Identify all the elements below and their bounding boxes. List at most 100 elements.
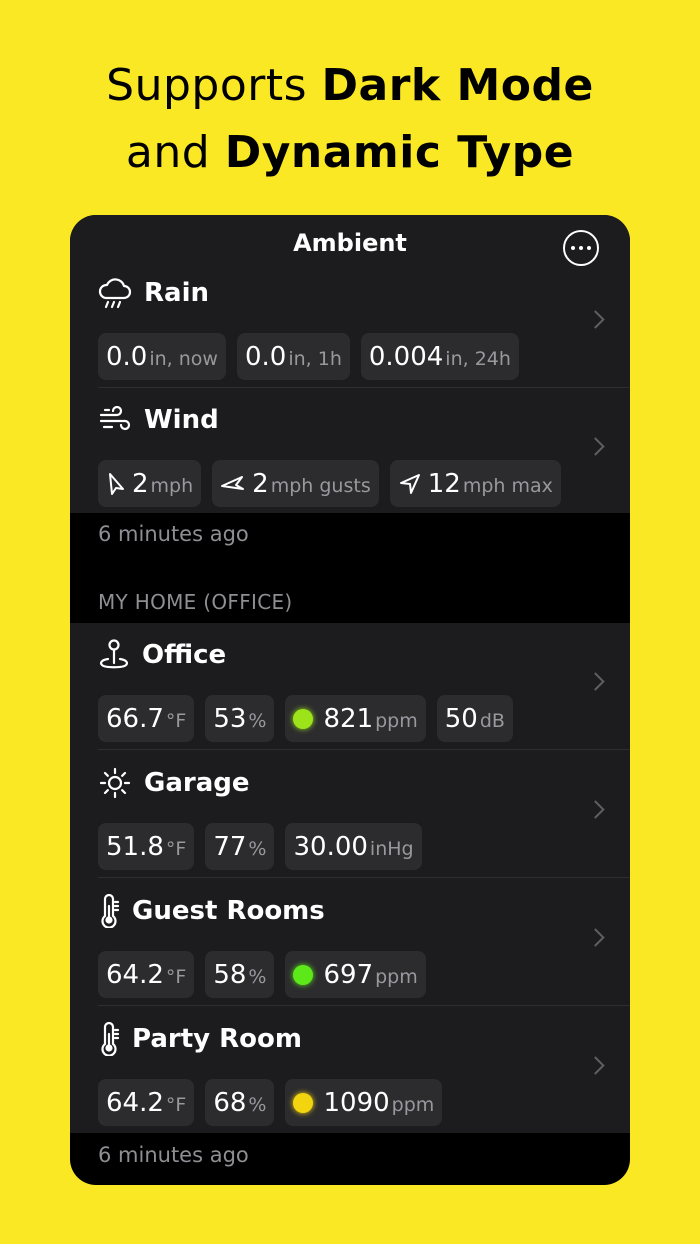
chip-value: 12 xyxy=(427,468,461,499)
chip-unit: in, 1h xyxy=(288,347,342,370)
promo-line-2: and Dynamic Type xyxy=(0,119,700,186)
air-quality-indicator xyxy=(293,1092,314,1113)
chip-rain-24h: 0.004 in, 24h xyxy=(360,333,519,380)
list-item-guest-rooms[interactable]: Guest Rooms 64.2 °F 58% 697 ppm xyxy=(70,879,630,1006)
row-title: Rain xyxy=(98,276,209,310)
reading-chips: 64.2 °F 68% 1090 ppm xyxy=(98,1079,443,1126)
wind-icon xyxy=(98,406,132,434)
navigation-bar: Ambient xyxy=(70,215,630,277)
chip-unit: °F xyxy=(165,837,187,860)
chevron-right-icon xyxy=(586,310,605,329)
air-quality-indicator xyxy=(293,964,314,985)
chevron-right-icon xyxy=(586,928,605,947)
weather-card: Rain 0.0 in, now 0.0 in, 1h 0.004 in, 24h xyxy=(70,277,630,513)
chip-humidity: 77% xyxy=(205,823,275,870)
chip-humidity: 68% xyxy=(205,1079,275,1126)
promo-line-1-bold: Dark Mode xyxy=(321,60,594,111)
divider xyxy=(98,1005,630,1006)
ellipsis-circle-icon[interactable] xyxy=(563,230,599,266)
chip-humidity: 58% xyxy=(205,951,275,998)
air-quality-indicator xyxy=(293,708,314,729)
divider xyxy=(98,877,630,878)
chip-unit: ppm xyxy=(375,709,418,732)
promo-line-2-plain: and xyxy=(125,127,225,178)
chip-co2: 1090 ppm xyxy=(285,1079,443,1126)
list-item-rain[interactable]: Rain 0.0 in, now 0.0 in, 1h 0.004 in, 24h xyxy=(70,261,630,388)
row-title-label: Garage xyxy=(144,768,250,798)
chip-unit: °F xyxy=(165,965,187,988)
sun-icon xyxy=(98,766,132,800)
reading-chips: 51.8 °F 77% 30.00 inHg xyxy=(98,823,422,870)
chip-value: 821 xyxy=(323,703,374,734)
chip-value: 697 xyxy=(323,959,374,990)
list-item-garage[interactable]: Garage 51.8 °F 77% 30.00 inHg xyxy=(70,751,630,878)
chip-unit: °F xyxy=(165,709,187,732)
chevron-right-icon xyxy=(586,800,605,819)
row-title: Garage xyxy=(98,766,250,800)
chip-value: 1090 xyxy=(323,1087,390,1118)
row-title: Party Room xyxy=(98,1022,302,1056)
promo-line-1-plain: Supports xyxy=(106,60,322,111)
chip-value: 0.004 xyxy=(368,341,444,372)
chip-co2: 821 ppm xyxy=(285,695,426,742)
chip-wind-max: 12 mph max xyxy=(389,460,561,507)
chip-co2: 697 ppm xyxy=(285,951,426,998)
promo-headline: Supports Dark Mode and Dynamic Type xyxy=(0,52,700,186)
chip-rain-1h: 0.0 in, 1h xyxy=(236,333,350,380)
list-item-wind[interactable]: Wind 2 mph 2 mph gusts 12 mph max xyxy=(70,388,630,515)
section-header: MY HOME (OFFICE) xyxy=(98,590,293,614)
chip-temperature: 66.7 °F xyxy=(98,695,195,742)
last-updated-label: 6 minutes ago xyxy=(98,522,249,546)
chip-temperature: 64.2 °F xyxy=(98,1079,195,1126)
cloud-rain-icon xyxy=(98,277,132,309)
chip-value: 64.2 xyxy=(106,959,164,990)
chip-value: 77 xyxy=(213,831,247,862)
row-title: Guest Rooms xyxy=(98,894,325,928)
reading-chips: 64.2 °F 58% 697 ppm xyxy=(98,951,426,998)
chip-value: 68 xyxy=(213,1087,247,1118)
chip-pressure: 30.00 inHg xyxy=(285,823,422,870)
row-title: Wind xyxy=(98,403,219,437)
chip-unit: mph xyxy=(150,474,194,497)
list-item-party-room[interactable]: Party Room 64.2 °F 68% 1090 ppm xyxy=(70,1007,630,1134)
chip-unit: in, now xyxy=(149,347,218,370)
nav-title: Ambient xyxy=(293,229,407,257)
chip-value: 64.2 xyxy=(106,1087,164,1118)
chip-value: 58 xyxy=(213,959,247,990)
chip-unit: mph gusts xyxy=(270,474,371,497)
chip-value: 2 xyxy=(252,468,269,499)
home-card: Office 66.7°F 53% 821ppm 50dB Garage xyxy=(70,623,630,1133)
chip-value: 50 xyxy=(444,703,478,734)
chip-wind-speed: 2 mph xyxy=(98,460,202,507)
promo-line-1: Supports Dark Mode xyxy=(0,52,700,119)
reading-chips: 2 mph 2 mph gusts 12 mph max xyxy=(98,460,561,507)
chip-unit: in, 24h xyxy=(445,347,511,370)
row-title-label: Wind xyxy=(144,405,219,435)
chip-unit: ppm xyxy=(391,1093,435,1116)
row-title-label: Party Room xyxy=(132,1024,302,1054)
chip-unit: % xyxy=(248,1093,267,1116)
chip-value: 0.0 xyxy=(244,341,287,372)
chip-value: 30.00 xyxy=(293,831,368,862)
chip-unit: % xyxy=(248,837,267,860)
location-arrow-icon xyxy=(398,472,422,496)
chip-humidity: 53% xyxy=(205,695,275,742)
thermometer-icon xyxy=(98,894,120,928)
chip-noise: 50 dB xyxy=(436,695,513,742)
app-screen: Ambient Rain 0.0 in, now 0.0 in, 1h 0.004 i… xyxy=(70,215,630,1185)
chevron-right-icon xyxy=(586,437,605,456)
chip-unit: % xyxy=(248,965,267,988)
chip-value: 66.7 xyxy=(106,703,164,734)
chip-unit: ppm xyxy=(375,965,418,988)
chip-wind-gusts: 2 mph gusts xyxy=(212,460,379,507)
reading-chips: 66.7 °F 53% 821 ppm 50 dB xyxy=(98,695,513,742)
chevron-right-icon xyxy=(586,672,605,691)
chip-value: 2 xyxy=(132,468,149,499)
chip-unit: % xyxy=(248,709,267,732)
chip-value: 51.8 xyxy=(106,831,164,862)
chip-rain-now: 0.0 in, now xyxy=(98,333,226,380)
promo-line-2-bold: Dynamic Type xyxy=(224,127,575,178)
thermometer-icon xyxy=(98,1022,120,1056)
list-item-office[interactable]: Office 66.7 °F 53% 821 ppm 50 dB xyxy=(70,623,630,750)
reading-chips: 0.0 in, now 0.0 in, 1h 0.004 in, 24h xyxy=(98,333,519,380)
